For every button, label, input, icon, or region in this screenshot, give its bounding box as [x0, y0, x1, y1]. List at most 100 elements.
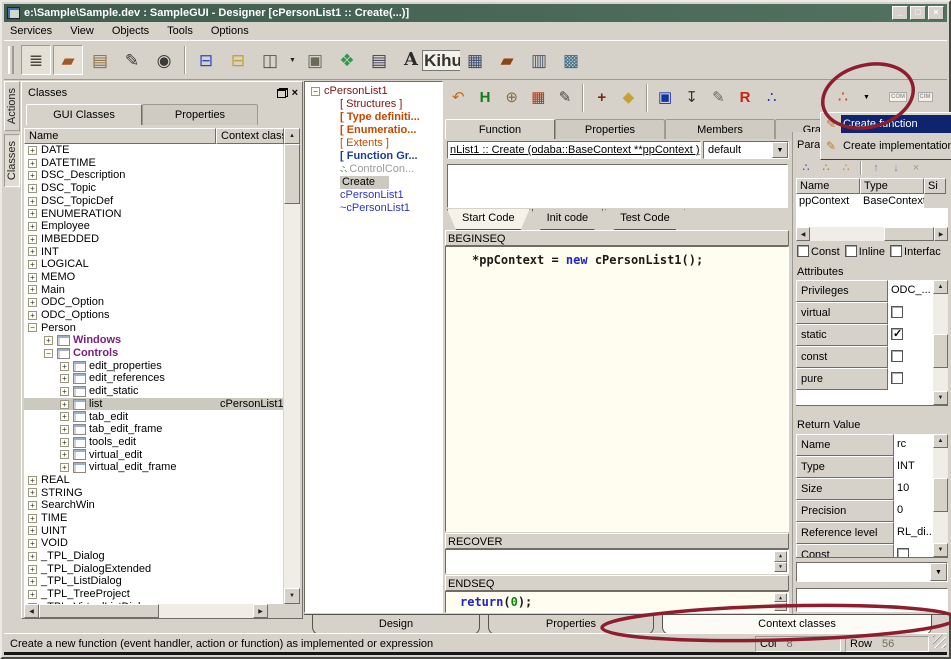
side-tab-classes[interactable]: Classes: [4, 134, 20, 187]
revert-button[interactable]: ↶: [446, 85, 471, 111]
property-label[interactable]: Privileges: [796, 280, 888, 302]
book-button[interactable]: ▰: [492, 45, 522, 75]
property-label[interactable]: Precision: [796, 500, 894, 522]
server-button[interactable]: ▥: [524, 45, 554, 75]
param-append-button[interactable]: ∴: [837, 159, 855, 177]
expand-icon[interactable]: +: [60, 438, 69, 447]
object-tree-item[interactable]: [ Type definiti...: [305, 111, 442, 124]
class-tree-item[interactable]: +REAL: [24, 474, 283, 487]
eraser-button[interactable]: ▰: [53, 45, 83, 75]
close-panel-icon[interactable]: ×: [292, 87, 298, 99]
scroll-right-icon[interactable]: ▶: [934, 227, 948, 241]
edit-document-button[interactable]: ✎: [117, 45, 147, 75]
float-icon[interactable]: [277, 88, 288, 98]
property-label[interactable]: pure: [796, 368, 888, 390]
drawer-yellow-button[interactable]: ⊟: [223, 45, 253, 75]
collapse-icon[interactable]: −: [28, 323, 37, 332]
scrollbar-thumb[interactable]: [933, 334, 948, 368]
class-tree-item[interactable]: +UINT: [24, 525, 283, 538]
form-layout-button[interactable]: ◫: [255, 45, 285, 75]
expand-icon[interactable]: +: [28, 311, 37, 320]
class-tree-item[interactable]: +Main: [24, 284, 283, 297]
object-tree-item[interactable]: ~cPersonList1: [305, 202, 442, 215]
tab-properties-bottom[interactable]: Properties: [488, 615, 654, 635]
scroll-up-icon[interactable]: ▲: [774, 593, 787, 602]
property-label[interactable]: const: [796, 346, 888, 368]
class-tree-item[interactable]: +MEMO: [24, 271, 283, 284]
class-tree-item[interactable]: +Windows: [24, 334, 283, 347]
tab-context-classes[interactable]: Context classes: [662, 615, 932, 635]
class-tree-item[interactable]: +edit_properties: [24, 360, 283, 373]
scroll-up-icon[interactable]: ▲: [774, 551, 787, 562]
property-value[interactable]: [888, 324, 933, 346]
scroll-down-icon[interactable]: ▼: [774, 602, 787, 611]
menu-services[interactable]: Services: [10, 25, 52, 37]
checkbox[interactable]: [891, 328, 903, 340]
scroll-down-icon[interactable]: ▼: [933, 543, 948, 557]
end-code-editor[interactable]: return(0); ▲ ▼: [445, 591, 789, 613]
property-value[interactable]: INT: [894, 456, 933, 478]
start-code-editor[interactable]: *ppContext = new cPersonList1();: [445, 246, 789, 532]
window-button[interactable]: ▩: [556, 45, 586, 75]
menu-objects[interactable]: Objects: [112, 25, 149, 37]
horizontal-scrollbar[interactable]: ◀ ▶: [24, 604, 268, 618]
scroll-up-icon[interactable]: ▲: [933, 434, 948, 448]
checkbox[interactable]: [890, 245, 902, 257]
property-value[interactable]: [888, 346, 933, 368]
class-tree-item[interactable]: +_TPL_ListDialog: [24, 575, 283, 588]
expand-icon[interactable]: +: [28, 247, 37, 256]
class-tree-item[interactable]: +ODC_Options: [24, 309, 283, 322]
mini-scrollbar[interactable]: ▲ ▼: [774, 551, 787, 572]
template-combo[interactable]: default ▼: [703, 141, 789, 159]
param-column-header[interactable]: Name: [796, 178, 860, 194]
scrollbar-thumb[interactable]: [39, 604, 159, 618]
class-tree-item[interactable]: +edit_static: [24, 385, 283, 398]
expand-icon[interactable]: +: [28, 146, 37, 155]
expand-icon[interactable]: +: [60, 362, 69, 371]
param-column-header[interactable]: Type: [860, 178, 924, 194]
create-function-dropdown-arrow[interactable]: ▼: [859, 83, 874, 111]
class-tree-item[interactable]: −Person: [24, 322, 283, 335]
description-field[interactable]: [447, 164, 788, 208]
expand-icon[interactable]: +: [60, 412, 69, 421]
property-value[interactable]: [888, 368, 933, 390]
object-tree-item[interactable]: Create: [305, 176, 442, 189]
expand-icon[interactable]: +: [28, 476, 37, 485]
class-tree-item[interactable]: +_TPL_DialogExtended: [24, 563, 283, 576]
class-tree-item[interactable]: +DSC_TopicDef: [24, 195, 283, 208]
class-tree-item[interactable]: +tools_edit: [24, 436, 283, 449]
expand-icon[interactable]: +: [28, 577, 37, 586]
combo-dropdown-icon[interactable]: ▼: [772, 142, 788, 158]
dropdown-arrow-icon[interactable]: ▼: [286, 45, 299, 75]
object-tree-item[interactable]: [ Function Gr...: [305, 150, 442, 163]
class-tree-item[interactable]: +ODC_Option: [24, 296, 283, 309]
expand-icon[interactable]: +: [44, 336, 53, 345]
checkbox[interactable]: [891, 350, 903, 362]
rename-button[interactable]: R: [733, 85, 758, 111]
param-column-header[interactable]: Si: [924, 178, 946, 194]
mini-scrollbar[interactable]: ▲ ▼: [774, 593, 787, 611]
expand-icon[interactable]: +: [60, 400, 69, 409]
scrollbar-thumb[interactable]: [933, 478, 948, 512]
expand-icon[interactable]: +: [28, 565, 37, 574]
property-value[interactable]: ODC_...: [888, 280, 933, 302]
empty-field[interactable]: [796, 588, 948, 612]
expand-icon[interactable]: +: [60, 450, 69, 459]
tab-gui-classes[interactable]: GUI Classes: [26, 104, 142, 125]
expand-icon[interactable]: +: [28, 590, 37, 599]
tab-design[interactable]: Design: [312, 615, 480, 635]
property-label[interactable]: Const: [796, 544, 894, 558]
parameters-hscrollbar[interactable]: ◀ ▶: [796, 227, 948, 241]
image-button[interactable]: ▣: [300, 45, 330, 75]
scroll-up-icon[interactable]: ▲: [284, 128, 300, 144]
expand-icon[interactable]: +: [28, 539, 37, 548]
combo-dropdown-icon[interactable]: ▼: [930, 563, 947, 581]
property-label[interactable]: Reference level: [796, 522, 894, 544]
class-tree-item[interactable]: +listcPersonList1: [24, 398, 283, 411]
object-tree-item[interactable]: [ Extents ]: [305, 137, 442, 150]
list-button[interactable]: ▤: [364, 45, 394, 75]
export-document-button[interactable]: ↧: [679, 85, 704, 111]
menu-item-create-implementation[interactable]: ✎ Create implementation: [821, 135, 951, 157]
property-label[interactable]: Name: [796, 434, 894, 456]
tab-test-code[interactable]: Test Code: [605, 209, 685, 230]
